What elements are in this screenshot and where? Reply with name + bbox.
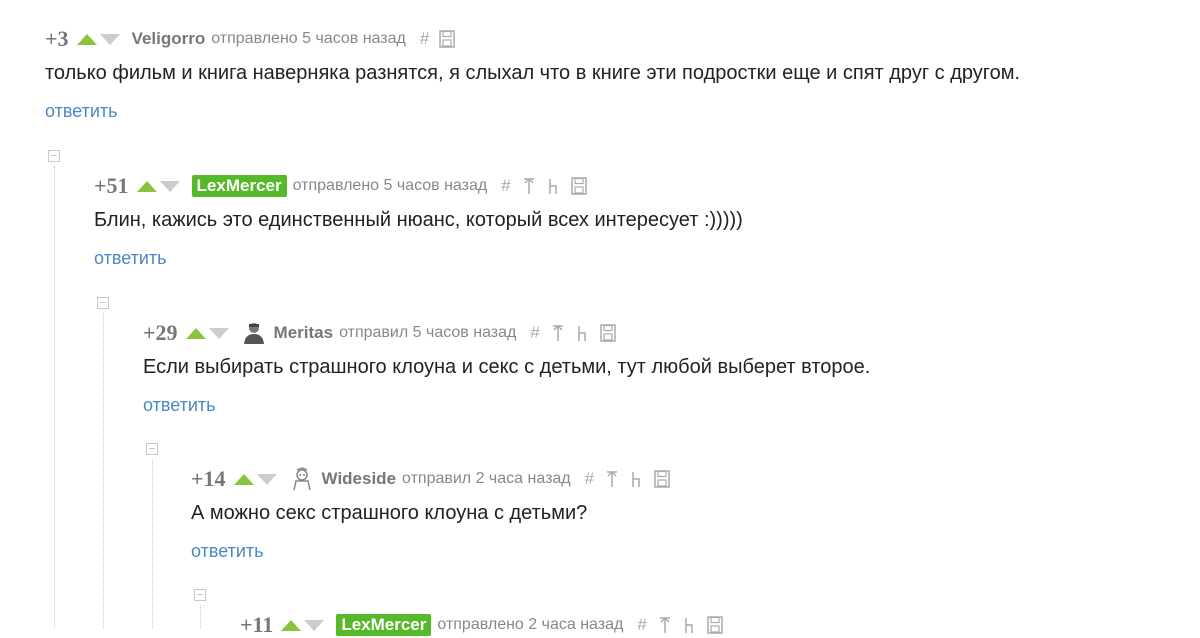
comment-rating: +51 [94,173,129,198]
comment-timestamp[interactable]: отправлено 2 часа назад [437,616,623,634]
comment-header: +29 Meritas отправил 5 часов назад # [143,320,625,346]
vote-up-icon[interactable] [281,619,302,631]
comment-author[interactable]: LexMercer [336,614,432,636]
comment-rating: +11 [240,612,274,637]
avatar[interactable] [289,467,315,491]
comment-timestamp[interactable]: отправил 5 часов назад [339,324,516,342]
parent-arrow-icon[interactable] [604,470,620,488]
avatar[interactable] [241,321,267,345]
vote-up-icon[interactable] [185,327,206,339]
save-icon[interactable] [600,324,616,342]
comment-header: +3 Veligorro отправлено 5 часов назад # [45,26,464,52]
vote-down-icon[interactable] [256,473,277,485]
comment-text: Если выбирать страшного клоуна и секс с … [143,356,871,378]
vote-down-icon[interactable] [208,327,229,339]
comment-header: +11 LexMercer отправлено 2 часа назад # [240,612,732,638]
link-hash-icon[interactable]: # [501,176,510,196]
branch-icon[interactable] [546,177,562,195]
thread-line [103,313,104,628]
reply-link[interactable]: ответить [45,101,118,122]
collapse-toggle[interactable] [48,150,60,162]
comment-rating: +14 [191,466,226,491]
reply-link[interactable]: ответить [143,395,216,416]
vote-up-icon[interactable] [233,473,254,485]
comment-text: только фильм и книга наверняка разнятся,… [45,62,1021,84]
thread-line [200,605,201,628]
parent-arrow-icon[interactable] [550,324,566,342]
parent-arrow-icon[interactable] [521,177,537,195]
thread-line [54,166,55,628]
comment-timestamp[interactable]: отправлено 5 часов назад [293,177,488,195]
comment-author[interactable]: Veligorro [132,29,206,49]
reply-link[interactable]: ответить [94,248,167,269]
comment-text: А можно секс страшного клоуна с детьми? [191,502,588,524]
branch-icon[interactable] [575,324,591,342]
comment-author[interactable]: Wideside [322,469,396,489]
collapse-toggle[interactable] [97,297,109,309]
branch-icon[interactable] [682,616,698,634]
save-icon[interactable] [707,616,723,634]
comment-author[interactable]: Meritas [274,323,334,343]
comment-rating: +29 [143,320,178,345]
reply-link[interactable]: ответить [191,541,264,562]
parent-arrow-icon[interactable] [657,616,673,634]
vote-down-icon[interactable] [304,619,325,631]
thread-line [152,459,153,628]
comment-text: Блин, кажись это единственный нюанс, кот… [94,209,743,231]
collapse-toggle[interactable] [194,589,206,601]
vote-up-icon[interactable] [76,33,97,45]
comment-timestamp[interactable]: отправил 2 часа назад [402,470,571,488]
comment-rating: +3 [45,26,69,51]
save-icon[interactable] [654,470,670,488]
save-icon[interactable] [570,177,587,195]
comment-author[interactable]: LexMercer [191,175,287,197]
branch-icon[interactable] [629,470,645,488]
comment-header: +51 LexMercer отправлено 5 часов назад # [94,173,596,199]
save-icon[interactable] [439,30,456,48]
comment-timestamp[interactable]: отправлено 5 часов назад [211,30,406,48]
link-hash-icon[interactable]: # [585,469,594,489]
collapse-toggle[interactable] [146,443,158,455]
link-hash-icon[interactable]: # [420,29,429,49]
vote-up-icon[interactable] [136,180,157,192]
link-hash-icon[interactable]: # [530,323,539,343]
vote-down-icon[interactable] [159,180,180,192]
link-hash-icon[interactable]: # [637,615,646,635]
vote-down-icon[interactable] [99,33,120,45]
comment-header: +14 Wideside отправил 2 часа назад # [191,466,679,492]
